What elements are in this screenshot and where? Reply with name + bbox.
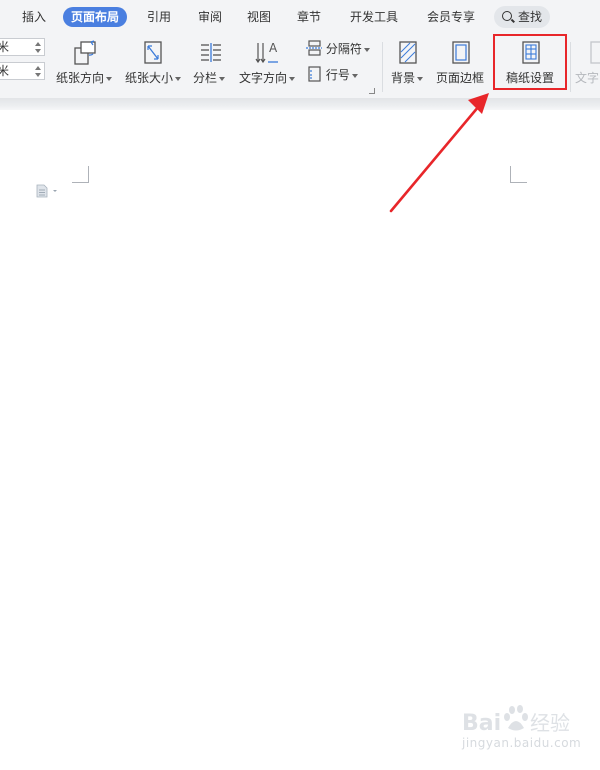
paragraph-options-icon[interactable] [36, 184, 62, 198]
text-watermark-button[interactable]: 文字 [574, 34, 600, 90]
text-watermark-label: 文字 [575, 71, 600, 85]
paper-size-icon [144, 41, 162, 64]
ribbon-separator [382, 42, 383, 92]
svg-text:A: A [269, 41, 278, 55]
spin-down-icon[interactable] [35, 73, 41, 77]
page-border-icon [452, 41, 470, 64]
baidu-watermark: Bai 经验 jingyan.baidu.com [462, 704, 581, 754]
spin-up-icon[interactable] [35, 42, 41, 46]
paper-orientation-label: 纸张方向 [56, 69, 113, 86]
chevron-down-icon [417, 76, 424, 81]
page-border-label: 页面边框 [436, 71, 485, 85]
baidu-paw-logo-icon: Bai 经验 [462, 705, 570, 736]
highlight-box [493, 34, 567, 90]
columns-button[interactable]: 分栏 [193, 34, 229, 90]
page-border-button[interactable]: 页面边框 [436, 34, 486, 90]
document-canvas[interactable] [0, 110, 600, 770]
tab-insert[interactable]: 插入 [22, 7, 46, 27]
tab-developer[interactable]: 开发工具 [350, 7, 398, 27]
page-setup-launcher-icon[interactable] [369, 88, 375, 94]
watermark-url: jingyan.baidu.com [462, 736, 582, 750]
text-icon [590, 41, 600, 64]
tab-review[interactable]: 审阅 [198, 7, 222, 27]
text-direction-icon: A [255, 41, 278, 64]
line-number-icon [308, 66, 321, 82]
tab-references[interactable]: 引用 [147, 7, 171, 27]
line-number-button[interactable]: 行号 [306, 66, 358, 84]
background-label: 背景 [391, 69, 424, 86]
orientation-icon [74, 40, 96, 65]
svg-text:Bai: Bai [462, 711, 501, 736]
search-icon [502, 11, 512, 21]
chevron-down-icon [363, 47, 370, 52]
tab-sections[interactable]: 章节 [297, 7, 321, 27]
spinner-value: 米 [0, 64, 10, 78]
paper-orientation-button[interactable]: 纸张方向 [55, 34, 117, 90]
background-button[interactable]: 背景 [389, 34, 427, 90]
separator-button[interactable]: 分隔符 [306, 40, 370, 58]
spin-up-icon[interactable] [35, 66, 41, 70]
ribbon-shadow [0, 98, 600, 110]
paper-size-label: 纸张大小 [125, 69, 182, 86]
chevron-down-icon [106, 76, 113, 81]
text-direction-button[interactable]: A 文字方向 [238, 34, 298, 90]
margin-spinner-top[interactable]: 米 [0, 38, 45, 56]
tab-view[interactable]: 视图 [247, 7, 271, 27]
chevron-down-icon [351, 73, 358, 78]
ribbon-separator [570, 42, 571, 92]
paper-size-button[interactable]: 纸张大小 [124, 34, 184, 90]
background-icon [399, 41, 417, 64]
page-corner-mark-left [72, 166, 89, 183]
margin-spinner-bottom[interactable]: 米 [0, 62, 45, 80]
spinner-value: 米 [0, 40, 10, 54]
tab-member[interactable]: 会员专享 [427, 7, 475, 27]
ribbon-tab-bar: 插入 页面布局 引用 审阅 视图 章节 开发工具 会员专享 查找 [0, 0, 600, 34]
columns-icon [201, 43, 221, 62]
search-button[interactable]: 查找 [494, 6, 550, 28]
chevron-down-icon [289, 76, 296, 81]
separator-icon [306, 40, 322, 56]
columns-label: 分栏 [193, 69, 226, 86]
page-corner-mark-right [510, 166, 527, 183]
chevron-down-icon [175, 76, 182, 81]
text-direction-label: 文字方向 [239, 69, 296, 86]
svg-text:经验: 经验 [530, 711, 570, 735]
chevron-down-icon [219, 76, 226, 81]
tab-page-layout[interactable]: 页面布局 [63, 7, 128, 27]
search-label: 查找 [518, 10, 543, 24]
spin-down-icon[interactable] [35, 49, 41, 53]
